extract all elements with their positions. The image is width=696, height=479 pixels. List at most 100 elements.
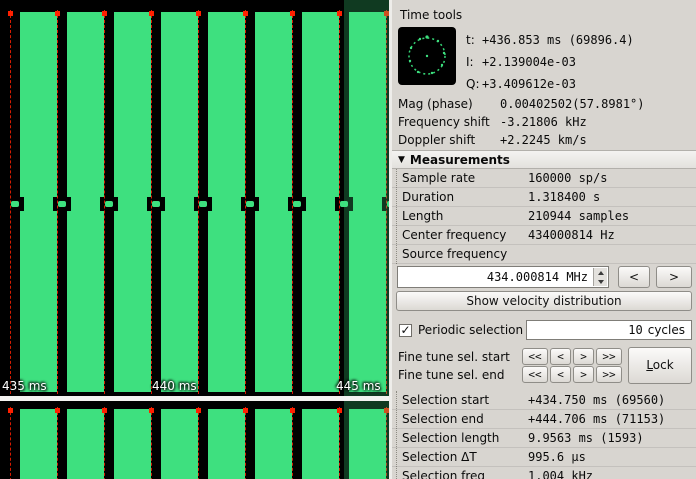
measurement-label: Source frequency (402, 247, 507, 261)
cursor-i-value: +2.139004e-03 (482, 55, 576, 69)
periodic-marker-dot (243, 11, 248, 16)
measurement-value: 210944 samples (528, 209, 629, 223)
fine-end-back-button[interactable]: < (550, 366, 571, 383)
frequency-input[interactable]: 434.000814 MHz (397, 266, 609, 288)
cursor-time-value: +436.853 ms (69896.4) (482, 33, 634, 47)
signal-burst (114, 12, 151, 392)
frequency-spinner[interactable] (593, 268, 607, 286)
fine-start-fast-back-button[interactable]: << (522, 348, 548, 365)
periodic-marker-dot (102, 11, 107, 16)
measurement-value: 434000814 Hz (528, 228, 615, 242)
signal-burst (114, 409, 151, 479)
fine-start-forward-button[interactable]: > (573, 348, 594, 365)
fine-end-fast-back-button[interactable]: << (522, 366, 548, 383)
periodic-marker-dot (8, 11, 13, 16)
axis-tick-label: 435 ms (2, 379, 47, 393)
periodic-marker-line (10, 10, 11, 394)
fine-tune-end-label: Fine tune sel. end (398, 368, 504, 382)
periodic-selection-checkbox[interactable]: ✓ (399, 324, 412, 337)
selection-label: Selection ΔT (402, 450, 477, 464)
periodic-marker-line (245, 10, 246, 394)
selection-row[interactable]: Selection ΔT 995.6 µs (392, 448, 696, 467)
signal-burst (208, 409, 245, 479)
measurement-row[interactable]: Duration 1.318400 s (392, 188, 696, 207)
measurement-label: Duration (402, 190, 454, 204)
fine-end-forward-button[interactable]: > (573, 366, 594, 383)
measurement-row[interactable]: Length 210944 samples (392, 207, 696, 226)
measurement-label: Center frequency (402, 228, 506, 242)
selection-label: Selection freq (402, 469, 485, 479)
fine-end-fast-forward-button[interactable]: >> (596, 366, 622, 383)
signal-burst (20, 409, 57, 479)
selection-tint-overlay (344, 0, 389, 396)
selection-value: 9.9563 ms (1593) (528, 431, 644, 445)
periodic-marker-dot (8, 408, 13, 413)
signal-mid-blip (199, 201, 207, 207)
fine-start-fast-forward-button[interactable]: >> (596, 348, 622, 365)
measurement-label: Sample rate (402, 171, 475, 185)
selection-value: 995.6 µs (528, 450, 586, 464)
side-panel: Time tools t: +436.853 ms (69896.4) I: +… (392, 0, 696, 479)
signal-burst (161, 12, 198, 392)
selection-row[interactable]: Selection start +434.750 ms (69560) (392, 391, 696, 410)
waveform-panel-bottom[interactable] (0, 401, 389, 479)
waveform-panel-top[interactable]: 435 ms 440 ms 445 ms (0, 0, 389, 396)
periodic-marker-dot (337, 11, 342, 16)
periodic-marker-line (104, 407, 105, 479)
frequency-prev-button[interactable]: < (618, 266, 650, 288)
checkmark-icon: ✓ (400, 325, 410, 336)
periodic-marker-line (151, 407, 152, 479)
selection-row[interactable]: Selection end +444.706 ms (71153) (392, 410, 696, 429)
measurement-value: 1.318400 s (528, 190, 600, 204)
doppler-shift-label: Doppler shift (398, 133, 475, 147)
axis-tick-label: 445 ms (336, 379, 381, 393)
measurements-section-header[interactable]: ▼ Measurements (392, 150, 696, 169)
signal-burst (302, 409, 339, 479)
cursor-q-label: Q: (466, 77, 480, 91)
signal-mid-blip (105, 201, 113, 207)
horizontal-splitter[interactable] (0, 396, 389, 401)
frequency-input-value: 434.000814 MHz (487, 270, 588, 284)
lock-button[interactable]: Lock (628, 347, 692, 384)
frequency-shift-value: -3.21806 kHz (500, 115, 587, 129)
selection-label: Selection length (402, 431, 499, 445)
periodic-marker-line (57, 407, 58, 479)
cycles-input[interactable]: 10 cycles (526, 320, 692, 340)
frequency-next-button[interactable]: > (656, 266, 692, 288)
periodic-marker-line (339, 10, 340, 394)
cycles-value: 10 (628, 323, 642, 337)
show-velocity-distribution-button[interactable]: Show velocity distribution (396, 291, 692, 311)
signal-burst (208, 12, 245, 392)
measurements-header-text: Measurements (410, 153, 510, 167)
selection-label: Selection end (402, 412, 484, 426)
periodic-marker-dot (337, 408, 342, 413)
signal-burst (161, 409, 198, 479)
periodic-marker-line (57, 10, 58, 394)
iq-constellation-icon (398, 27, 456, 85)
periodic-marker-line (104, 10, 105, 394)
measurement-row[interactable]: Center frequency 434000814 Hz (392, 226, 696, 245)
selection-tint-overlay (344, 401, 389, 479)
signal-mid-blip (152, 201, 160, 207)
measurement-row[interactable]: Sample rate 160000 sp/s (392, 169, 696, 188)
spin-down-icon[interactable] (594, 277, 607, 286)
measurement-row[interactable]: Source frequency (392, 245, 696, 264)
cycles-suffix: cycles (648, 323, 685, 337)
mag-phase-value: 0.00402502(57.8981°) (500, 97, 645, 111)
spin-up-icon[interactable] (594, 268, 607, 277)
doppler-shift-value: +2.2245 km/s (500, 133, 587, 147)
selection-row[interactable]: Selection freq 1.004 kHz (392, 467, 696, 479)
selection-row[interactable]: Selection length 9.9563 ms (1593) (392, 429, 696, 448)
signal-burst (67, 12, 104, 392)
periodic-marker-dot (290, 408, 295, 413)
fine-start-back-button[interactable]: < (550, 348, 571, 365)
periodic-selection-label: Periodic selection (418, 323, 523, 337)
periodic-marker-dot (102, 408, 107, 413)
signal-mid-blip (293, 201, 301, 207)
periodic-marker-line (292, 10, 293, 394)
periodic-marker-dot (149, 408, 154, 413)
cursor-time-label: t: (466, 33, 475, 47)
waveform-display[interactable]: 435 ms 440 ms 445 ms (0, 0, 389, 479)
periodic-marker-dot (196, 11, 201, 16)
signal-burst (255, 409, 292, 479)
